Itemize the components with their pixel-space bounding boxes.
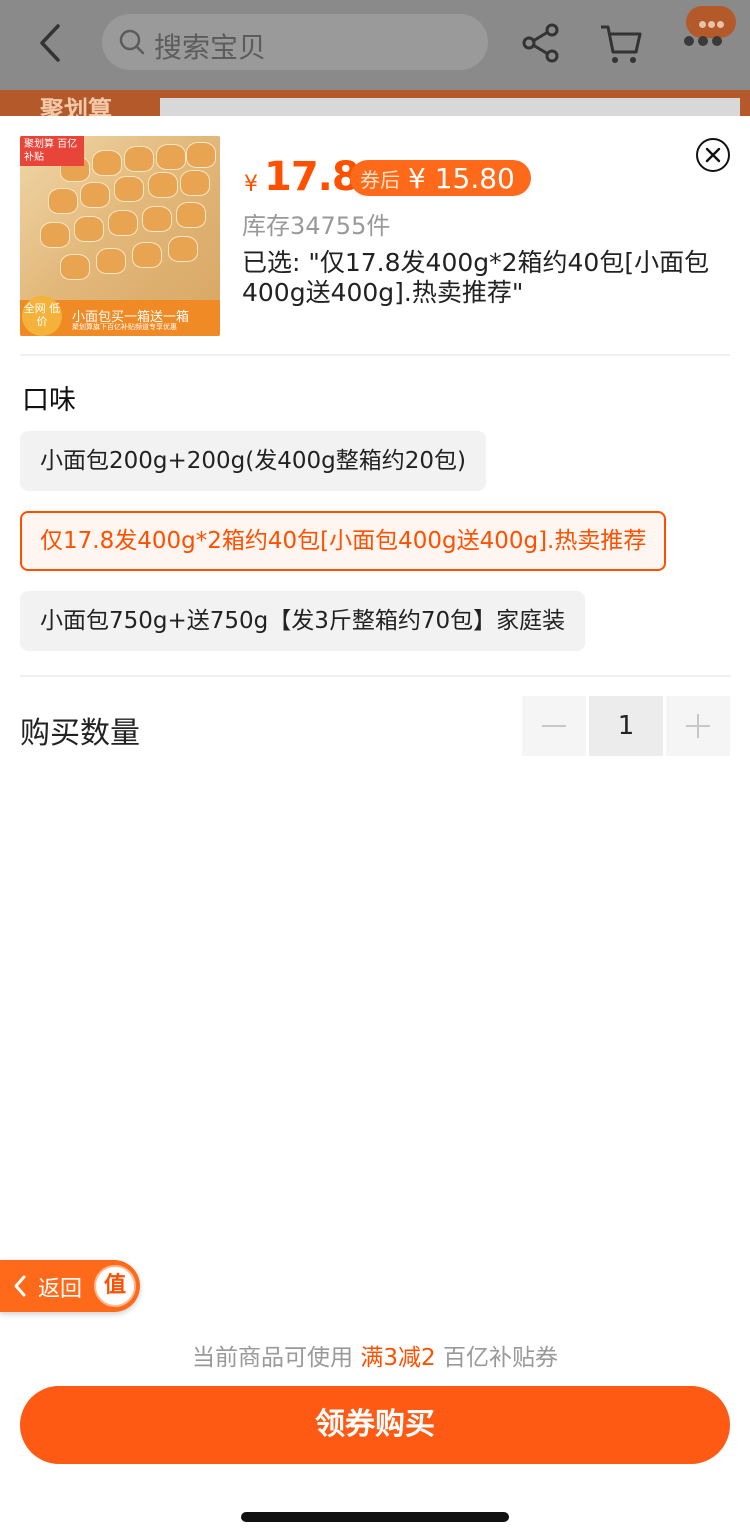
cart-icon xyxy=(601,25,642,63)
quantity-stepper: 1 xyxy=(522,696,730,756)
minus-icon xyxy=(542,725,566,727)
price: 17.8 xyxy=(264,154,360,200)
buy-button[interactable]: 领券购买 xyxy=(20,1386,730,1464)
increase-button[interactable] xyxy=(666,696,730,756)
coupon-price-badge: 券后 ¥ 15.80 xyxy=(350,160,531,196)
back-button[interactable] xyxy=(30,20,70,66)
quantity-title: 购买数量 xyxy=(20,716,140,751)
cart-button[interactable] xyxy=(598,20,644,66)
quantity-value[interactable]: 1 xyxy=(589,696,663,756)
stock-count: 库存34755件 xyxy=(242,212,391,240)
thumb-circle-badge: 全网 低价 xyxy=(22,296,62,336)
share-button[interactable] xyxy=(520,22,562,64)
product-thumbnail[interactable]: 聚划算 百亿补贴 全网 低价 小面包买一箱送一箱 聚划算旗下百亿补贴频道专享优惠 xyxy=(20,136,220,336)
close-button[interactable] xyxy=(696,138,730,172)
top-nav-bar: 搜索宝贝 xyxy=(0,0,750,90)
search-icon xyxy=(119,29,145,55)
flavor-option[interactable]: 小面包750g+送750g【发3斤整箱约70包】家庭装 xyxy=(20,591,586,651)
thumb-tag: 聚划算 百亿补贴 xyxy=(20,136,84,166)
flavor-section-title: 口味 xyxy=(22,385,76,416)
promo-banner: 聚划算 xyxy=(0,90,750,116)
more-icon[interactable] xyxy=(684,36,724,48)
return-button[interactable]: 返回 值 xyxy=(0,1260,140,1312)
chevron-left-icon xyxy=(40,24,60,62)
chevron-left-icon xyxy=(14,1275,26,1297)
search-input[interactable]: 搜索宝贝 xyxy=(102,14,488,70)
coupon-note: 当前商品可使用 满3减2 百亿补贴券 xyxy=(0,1338,750,1372)
search-placeholder: 搜索宝贝 xyxy=(154,31,267,64)
coupon-note-suffix: 百亿补贴券 xyxy=(442,1345,558,1371)
flavor-option-selected[interactable]: 仅17.8发400g*2箱约40包[小面包400g送400g].热卖推荐 xyxy=(20,511,667,571)
share-icon xyxy=(522,23,559,63)
coupon-note-highlight: 满3减2 xyxy=(360,1345,436,1371)
close-icon xyxy=(705,147,721,163)
decrease-button[interactable] xyxy=(522,696,586,756)
message-bubble-button[interactable] xyxy=(682,2,738,58)
banner-text: 聚划算 xyxy=(40,96,112,116)
chat-bubble-icon xyxy=(686,6,736,38)
value-badge-icon: 值 xyxy=(94,1265,136,1307)
selected-sku-text: 已选: "仅17.8发400g*2箱约40包[小面包400g送400g].热卖推… xyxy=(242,248,710,307)
thumb-subcaption: 聚划算旗下百亿补贴频道专享优惠 xyxy=(72,323,177,331)
coupon-note-prefix: 当前商品可使用 xyxy=(192,1345,354,1371)
coupon-price: ¥ 15.80 xyxy=(408,161,515,195)
coupon-label: 券后 xyxy=(360,167,400,192)
home-indicator[interactable] xyxy=(241,1512,509,1522)
flavor-option[interactable]: 小面包200g+200g(发400g整箱约20包) xyxy=(20,431,486,491)
currency-symbol: ¥ xyxy=(244,172,258,197)
return-label: 返回 xyxy=(38,1277,83,1302)
divider xyxy=(20,354,730,356)
sku-sheet: 聚划算 百亿补贴 全网 低价 小面包买一箱送一箱 聚划算旗下百亿补贴频道专享优惠… xyxy=(0,116,750,1538)
divider xyxy=(20,675,730,677)
